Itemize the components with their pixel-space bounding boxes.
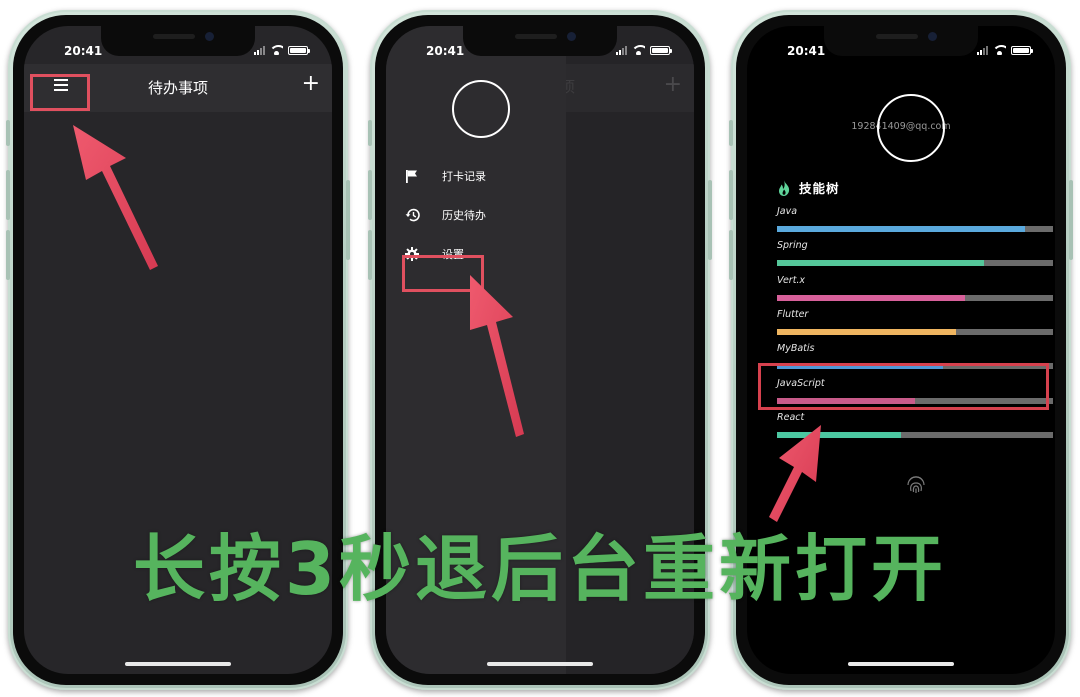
dimmed-add-button: +	[663, 72, 682, 97]
skill-progress-fill	[777, 294, 965, 301]
drawer-item-label: 历史待办	[442, 209, 486, 222]
skill-row-java: Java	[777, 206, 1053, 232]
skill-name: Vert.x	[777, 274, 806, 286]
signal-icon	[254, 46, 265, 55]
skill-name: MyBatis	[777, 343, 815, 355]
avatar[interactable]	[452, 80, 510, 138]
wifi-icon	[993, 45, 1006, 55]
drawer-item-label: 打卡记录	[442, 170, 486, 183]
skill-progress-fill	[777, 328, 957, 335]
skill-name: React	[777, 411, 805, 423]
skill-progress-fill	[777, 260, 984, 267]
status-time: 20:41	[787, 44, 826, 58]
drawer-item-checkin-records[interactable]: 打卡记录	[404, 163, 564, 189]
skill-name: Java	[777, 206, 798, 217]
skill-row-vert-x: Vert.x	[777, 275, 1053, 301]
home-indicator[interactable]	[125, 662, 231, 666]
menu-button-highlight	[30, 74, 90, 111]
signal-icon	[616, 46, 627, 55]
skill-progress-fill	[777, 226, 1026, 232]
fingerprint-icon[interactable]	[905, 473, 927, 495]
drawer-item-history-todos[interactable]: 历史待办	[404, 202, 564, 228]
avatar[interactable]	[877, 94, 945, 162]
skill-row-spring: Spring	[777, 240, 1053, 267]
skill-name: Spring	[777, 240, 808, 252]
status-time: 20:41	[64, 44, 103, 58]
flame-icon	[777, 179, 791, 196]
skill-name: Flutter	[777, 308, 809, 320]
instruction-caption: 长按3秒退后台重新打开	[132, 527, 948, 611]
signal-icon	[977, 46, 988, 55]
skill-progress-track	[777, 226, 1053, 232]
home-indicator[interactable]	[487, 662, 593, 666]
javascript-skill-highlight	[758, 363, 1049, 410]
battery-icon	[650, 46, 672, 55]
battery-icon	[1011, 46, 1033, 55]
skills-heading: 技能树	[777, 178, 840, 197]
add-todo-button[interactable]: +	[302, 72, 320, 96]
skill-progress-track	[777, 431, 1053, 438]
status-time: 20:41	[426, 44, 465, 58]
skill-progress-track	[777, 260, 1053, 267]
skill-row-react: React	[777, 412, 1053, 438]
flag-icon	[404, 168, 420, 184]
skill-progress-track	[777, 294, 1053, 301]
wifi-icon	[270, 45, 283, 55]
skill-progress-track	[777, 328, 1053, 335]
wifi-icon	[632, 45, 645, 55]
dimmed-app-bar: 项 +	[560, 64, 694, 112]
settings-highlight	[402, 255, 484, 292]
skills-title: 技能树	[799, 181, 840, 196]
battery-icon	[288, 46, 310, 55]
skill-progress-fill	[777, 431, 902, 438]
history-icon	[404, 207, 420, 223]
skill-row-flutter: Flutter	[777, 309, 1053, 335]
home-indicator[interactable]	[848, 662, 954, 666]
